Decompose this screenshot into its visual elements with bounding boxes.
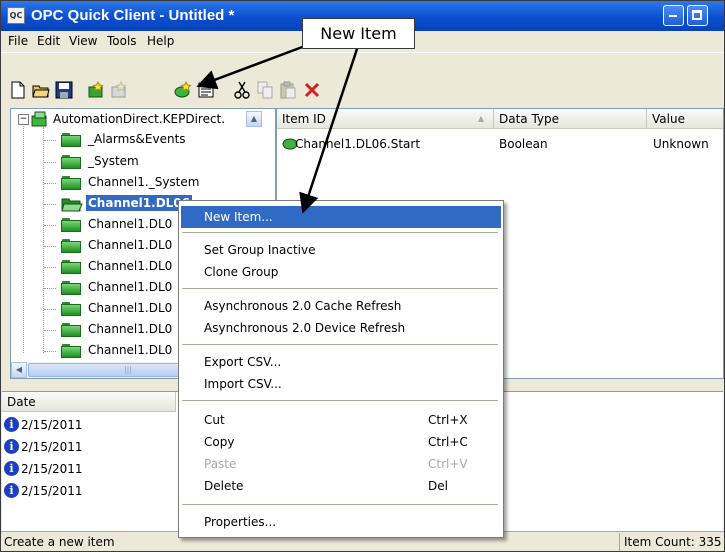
- arrow-to-new-item-button: [196, 44, 306, 90]
- arrow-to-new-item-menu: [299, 48, 359, 214]
- callout-label: New Item: [302, 18, 415, 49]
- annotation-arrows: [196, 44, 359, 214]
- application-window: QC OPC Quick Client - Untitled * File Ed…: [0, 0, 725, 552]
